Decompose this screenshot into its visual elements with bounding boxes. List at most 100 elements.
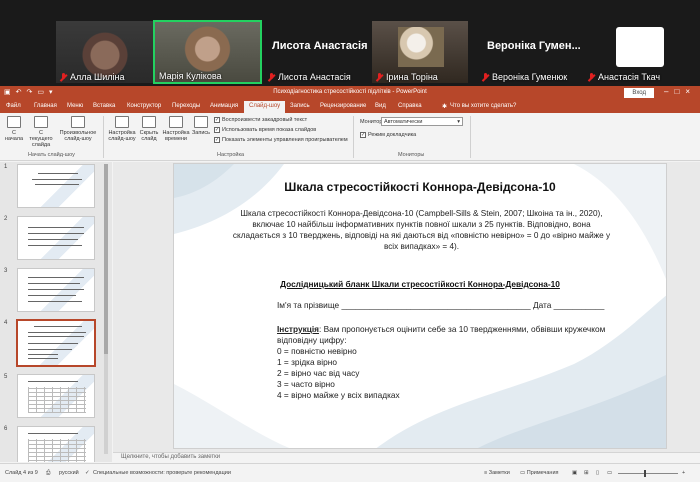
zoom-in-icon[interactable]: + (682, 470, 685, 476)
instruction-body: : Вам пропонується оцінити себе за 10 тв… (277, 324, 606, 345)
group-separator (103, 116, 104, 158)
language-indicator[interactable]: русский (59, 470, 79, 476)
spellcheck-icon[interactable]: ⎙ (46, 470, 50, 477)
tell-me-box[interactable]: ✱ Что вы хотите сделать? (442, 103, 516, 110)
notes-pane[interactable]: Щелкните, чтобы добавить заметки (113, 452, 700, 462)
slide-intro-text: Шкала стресостійкості Коннора-Девідсона-… (232, 209, 611, 251)
play-narrations-checkbox[interactable]: ✓ Воспроизвести закадровый текст (214, 117, 307, 123)
slideshow-view-icon[interactable]: ▭ (607, 470, 612, 476)
muted-mic-icon (588, 72, 595, 82)
window-controls[interactable]: –□× (664, 87, 696, 96)
record-button[interactable]: Запись (191, 116, 211, 136)
comments-button[interactable]: ▭ Примечания (520, 470, 559, 476)
thumbnail-number: 3 (4, 268, 8, 274)
normal-view-icon[interactable]: ▣ (572, 470, 577, 476)
tab-help[interactable]: Справка (398, 103, 422, 109)
presenter-view-checkbox[interactable]: ✓ Режим докладчика (360, 132, 416, 138)
slide-thumbnail[interactable] (17, 216, 95, 260)
lightbulb-icon: ✱ (442, 104, 448, 110)
sign-in-button[interactable]: Вход (624, 88, 654, 98)
thumbnail-number: 4 (4, 320, 8, 326)
show-media-controls-checkbox[interactable]: ✓ Показать элементы управления проигрыват… (214, 137, 348, 143)
tab-review[interactable]: Рецензирование (320, 103, 366, 109)
participant-big-name: Вероніка Гумен... (487, 40, 581, 52)
tab-menu[interactable]: Меню (67, 103, 83, 109)
tab-transitions[interactable]: Переходы (172, 103, 200, 109)
from-current-button[interactable]: С текущего слайда (28, 116, 54, 148)
profile-photo (398, 27, 444, 67)
slide-thumbnail[interactable] (17, 268, 95, 312)
participant-name: Ірина Торіна (376, 72, 438, 82)
name-date-line: Ім'я та прізвище _______________________… (277, 300, 605, 310)
scale-item: 1 = зрідка вірно (277, 357, 337, 367)
group-label-start: Начать слайд-шоу (28, 152, 75, 158)
slide-thumbnail[interactable] (17, 426, 95, 462)
rehearse-timings-button[interactable]: Настройка времени (162, 116, 190, 142)
slideshow-icon (7, 116, 21, 128)
scale-item: 2 = вірно час від часу (277, 368, 360, 378)
active-speaker-tile[interactable]: Марія Кулікова (153, 20, 262, 84)
group-separator (470, 116, 471, 158)
zoom-slider-thumb[interactable] (644, 470, 646, 477)
tab-insert[interactable]: Вставка (93, 103, 115, 109)
instruction-text: Інструкція: Вам пропонується оцінити себ… (277, 324, 607, 345)
custom-show-icon (71, 116, 85, 128)
tab-design[interactable]: Конструктор (127, 103, 161, 109)
accessibility-status[interactable]: Специальные возможности: проверьте реком… (93, 470, 231, 476)
participant-tile[interactable]: Алла Шиліна (56, 21, 154, 83)
slide-thumbnail[interactable] (17, 164, 95, 208)
participant-tile[interactable]: Анастасія Ткач (584, 21, 700, 83)
participant-tile[interactable]: Вероніка Гуменюк (478, 21, 582, 83)
muted-mic-icon (376, 72, 383, 82)
window-title: Психодіагностика стресостійкості підлітк… (273, 89, 427, 95)
tab-record[interactable]: Запись (290, 103, 310, 109)
participant-name: Алла Шиліна (60, 72, 125, 82)
tab-file[interactable]: Файл (6, 103, 21, 109)
ribbon-tabs: Файл Главная Меню Вставка Конструктор Пе… (0, 100, 700, 113)
thumbnail-number: 2 (4, 216, 8, 222)
setup-icon (115, 116, 129, 128)
monitor-select[interactable]: Автоматически ▾ (381, 117, 463, 126)
powerpoint-window: ▣ ↶ ↷ ▭ ▾ Психодіагностика стресостійкос… (0, 86, 700, 482)
ribbon: С начала С текущего слайда Произвольное … (0, 113, 700, 161)
from-start-button[interactable]: С начала (4, 116, 24, 142)
form-title: Дослідницький бланк Шкали стресостійкост… (280, 279, 560, 289)
participant-name: Вероніка Гуменюк (482, 72, 567, 82)
scale-item: 4 = вірно майже у всіх випадках (277, 390, 400, 400)
tab-slideshow[interactable]: Слайд-шоу (244, 101, 286, 113)
comment-icon: ▭ (520, 470, 527, 476)
accessibility-icon[interactable]: ✓ (85, 470, 90, 476)
instruction-label: Інструкція (277, 324, 319, 334)
avatar (616, 27, 664, 67)
muted-mic-icon (60, 72, 67, 82)
setup-show-button[interactable]: Настройка слайд-шоу (107, 116, 137, 142)
participant-tile[interactable]: Лисота Анастасія (264, 21, 371, 83)
participant-tile[interactable]: Ірина Торіна (372, 21, 468, 83)
tab-home[interactable]: Главная (34, 103, 57, 109)
table-preview (28, 439, 86, 462)
tab-animations[interactable]: Анимация (210, 103, 238, 109)
reading-view-icon[interactable]: ▯ (596, 470, 599, 476)
slide-title: Шкала стресостійкості Коннора-Девідсона-… (284, 180, 556, 194)
use-timings-checkbox[interactable]: ✓ Использовать время показа слайдов (214, 127, 316, 133)
slide-thumbnail[interactable] (17, 374, 95, 418)
tab-view[interactable]: Вид (375, 103, 386, 109)
zoom-participant-strip: Алла Шиліна Марія Кулікова Лисота Анаста… (0, 0, 700, 86)
scale-item: 3 = часто вірно (277, 379, 335, 389)
thumbnail-scrollbar[interactable] (104, 164, 108, 454)
current-slide[interactable]: Шкала стресостійкості Коннора-Девідсона-… (173, 163, 667, 449)
slide-sorter-icon[interactable]: ⊞ (584, 470, 589, 476)
hide-slide-icon (142, 116, 156, 128)
thumbnail-number: 5 (4, 374, 8, 380)
muted-mic-icon (268, 72, 275, 82)
group-label-monitors: Мониторы (398, 152, 425, 158)
slide-thumbnail-pane: 1 2 3 4 5 6 (0, 162, 112, 462)
custom-show-button[interactable]: Произвольное слайд-шоу (58, 116, 98, 142)
slide-thumbnail-active[interactable] (16, 319, 96, 367)
zoom-slider[interactable] (618, 473, 678, 474)
hide-slide-button[interactable]: Скрыть слайд (138, 116, 160, 142)
group-separator (353, 116, 354, 158)
participant-name: Анастасія Ткач (588, 72, 660, 82)
participant-big-name: Лисота Анастасія (272, 40, 368, 52)
notes-button[interactable]: ≡ Заметки (484, 470, 510, 476)
